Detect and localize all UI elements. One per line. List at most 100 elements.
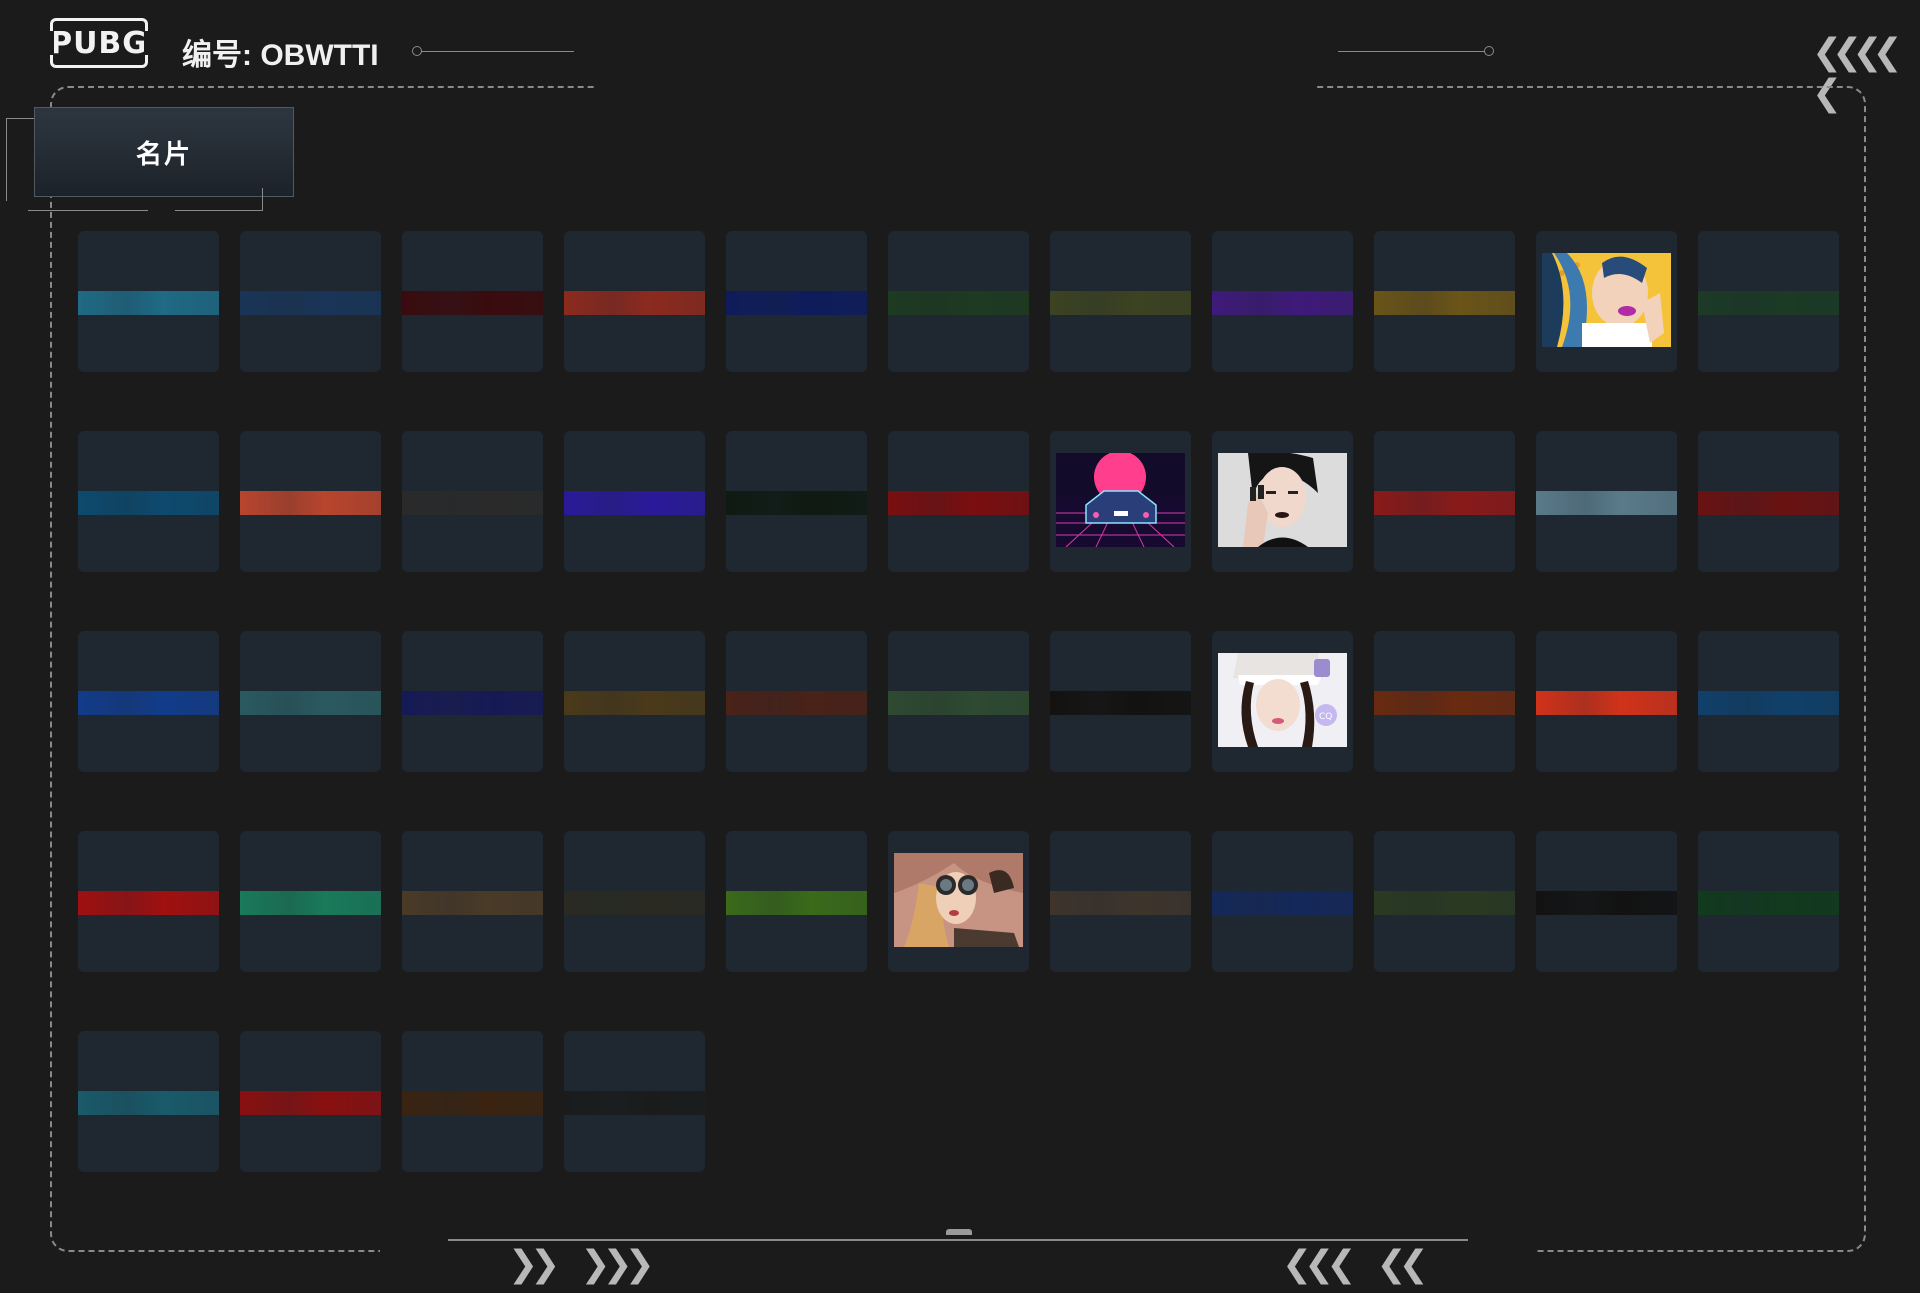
- card-banner-strip: [726, 291, 867, 315]
- pubg-logo: PUBG: [48, 18, 150, 68]
- card-banner-strip: [1212, 891, 1353, 915]
- card-red-letter[interactable]: [564, 231, 705, 372]
- card-artwork-image: [1218, 453, 1347, 547]
- header-divider-right: [1338, 46, 1494, 56]
- card-banner-strip: [564, 691, 705, 715]
- card-banner-strip: [402, 691, 543, 715]
- card-blue-tech[interactable]: [78, 231, 219, 372]
- card-dark-wings[interactable]: [564, 831, 705, 972]
- card-olive-text[interactable]: [1050, 231, 1191, 372]
- card-green-teal[interactable]: [240, 831, 381, 972]
- card-banner-strip: [78, 891, 219, 915]
- card-banner-strip: [564, 491, 705, 515]
- card-black-pattern[interactable]: [1536, 831, 1677, 972]
- category-tab-group: 名片: [0, 100, 300, 215]
- card-steel-blue[interactable]: [78, 1031, 219, 1172]
- card-purple[interactable]: [1212, 231, 1353, 372]
- card-banner-strip: [1536, 691, 1677, 715]
- card-goggles-woman[interactable]: [888, 831, 1029, 972]
- tab-decoration: [175, 210, 263, 211]
- card-green-camo[interactable]: [888, 231, 1029, 372]
- card-artwork-image: [1542, 253, 1671, 347]
- card-banner-strip: [564, 291, 705, 315]
- card-banner-strip: [888, 491, 1029, 515]
- card-banner-strip: [240, 491, 381, 515]
- card-banner-strip: [1212, 291, 1353, 315]
- card-orange-dark[interactable]: [1374, 631, 1515, 772]
- card-red-floral[interactable]: [1698, 431, 1839, 572]
- card-banner-strip: [78, 291, 219, 315]
- card-banner-strip: [1536, 891, 1677, 915]
- back-chevrons-icon: ❮❮❮ ❮❮: [1282, 1244, 1429, 1285]
- tab-label: 名片: [135, 138, 192, 169]
- card-orange-red[interactable]: [1536, 631, 1677, 772]
- card-banner-strip: [1698, 291, 1839, 315]
- card-banner-strip: [402, 491, 543, 515]
- card-navy[interactable]: [726, 231, 867, 372]
- card-banner-strip: [1698, 491, 1839, 515]
- card-banner-strip: [402, 1091, 543, 1115]
- card-synthwave-car[interactable]: [1050, 431, 1191, 572]
- card-shark[interactable]: [1374, 831, 1515, 972]
- card-mustard[interactable]: [1374, 231, 1515, 372]
- card-banner-strip: [1374, 491, 1515, 515]
- frame-gap: [595, 80, 1315, 94]
- scroll-handle[interactable]: [946, 1229, 972, 1235]
- card-teal-face[interactable]: [240, 631, 381, 772]
- card-green-eye[interactable]: [1698, 831, 1839, 972]
- card-model-portrait[interactable]: [1212, 431, 1353, 572]
- card-banner-strip: [1374, 691, 1515, 715]
- card-black-gold[interactable]: [1050, 631, 1191, 772]
- forward-chevrons-icon: ❯❯ ❯❯❯: [508, 1244, 655, 1285]
- card-bronze[interactable]: [402, 831, 543, 972]
- card-idol-portrait[interactable]: CQ: [1212, 631, 1353, 772]
- card-forest[interactable]: [888, 631, 1029, 772]
- card-pop-art-woman[interactable]: [1536, 231, 1677, 372]
- name-card-grid: CQ: [78, 231, 1839, 1172]
- card-banner-strip: [1374, 291, 1515, 315]
- bottom-divider: [448, 1239, 1468, 1241]
- card-indigo[interactable]: [564, 431, 705, 572]
- card-banner-strip: [564, 891, 705, 915]
- card-artwork-image: CQ: [1218, 653, 1347, 747]
- card-rust[interactable]: [726, 631, 867, 772]
- card-charcoal[interactable]: [402, 431, 543, 572]
- card-banner-strip: [1050, 891, 1191, 915]
- tab-name-cards[interactable]: 名片: [35, 108, 293, 196]
- card-banner-strip: [240, 891, 381, 915]
- card-banner-strip: [78, 491, 219, 515]
- card-dark-red[interactable]: [402, 231, 543, 372]
- card-tiger[interactable]: [402, 1031, 543, 1172]
- card-banner-strip: [402, 891, 543, 915]
- card-artwork-image: [894, 853, 1023, 947]
- card-navy-clouds[interactable]: [402, 631, 543, 772]
- card-artwork-image: [1056, 453, 1185, 547]
- card-royal-blue[interactable]: [78, 631, 219, 772]
- card-lime[interactable]: [726, 831, 867, 972]
- card-moon-phases[interactable]: [240, 231, 381, 372]
- card-dark-green[interactable]: [1698, 231, 1839, 372]
- card-deep-blue[interactable]: [78, 431, 219, 572]
- card-banner-strip: [240, 291, 381, 315]
- card-banner-strip: [888, 691, 1029, 715]
- card-mountains[interactable]: [1536, 431, 1677, 572]
- card-brown[interactable]: [564, 631, 705, 772]
- card-taupe[interactable]: [1050, 831, 1191, 972]
- card-red-pattern[interactable]: [1374, 431, 1515, 572]
- card-banner-strip: [402, 291, 543, 315]
- card-coral[interactable]: [240, 431, 381, 572]
- card-red-ornament[interactable]: [240, 1031, 381, 1172]
- card-banner-strip: [1698, 891, 1839, 915]
- card-banner-strip: [564, 1091, 705, 1115]
- card-banner-strip: [240, 691, 381, 715]
- tab-decoration: [28, 210, 148, 211]
- card-graphite[interactable]: [564, 1031, 705, 1172]
- card-crimson[interactable]: [888, 431, 1029, 572]
- card-blue-ocean[interactable]: [1698, 631, 1839, 772]
- card-black-dragon[interactable]: [726, 431, 867, 572]
- card-banner-strip: [726, 491, 867, 515]
- card-banner-strip: [1050, 691, 1191, 715]
- card-navy-yellow[interactable]: [1212, 831, 1353, 972]
- card-scarlet[interactable]: [78, 831, 219, 972]
- card-banner-strip: [726, 691, 867, 715]
